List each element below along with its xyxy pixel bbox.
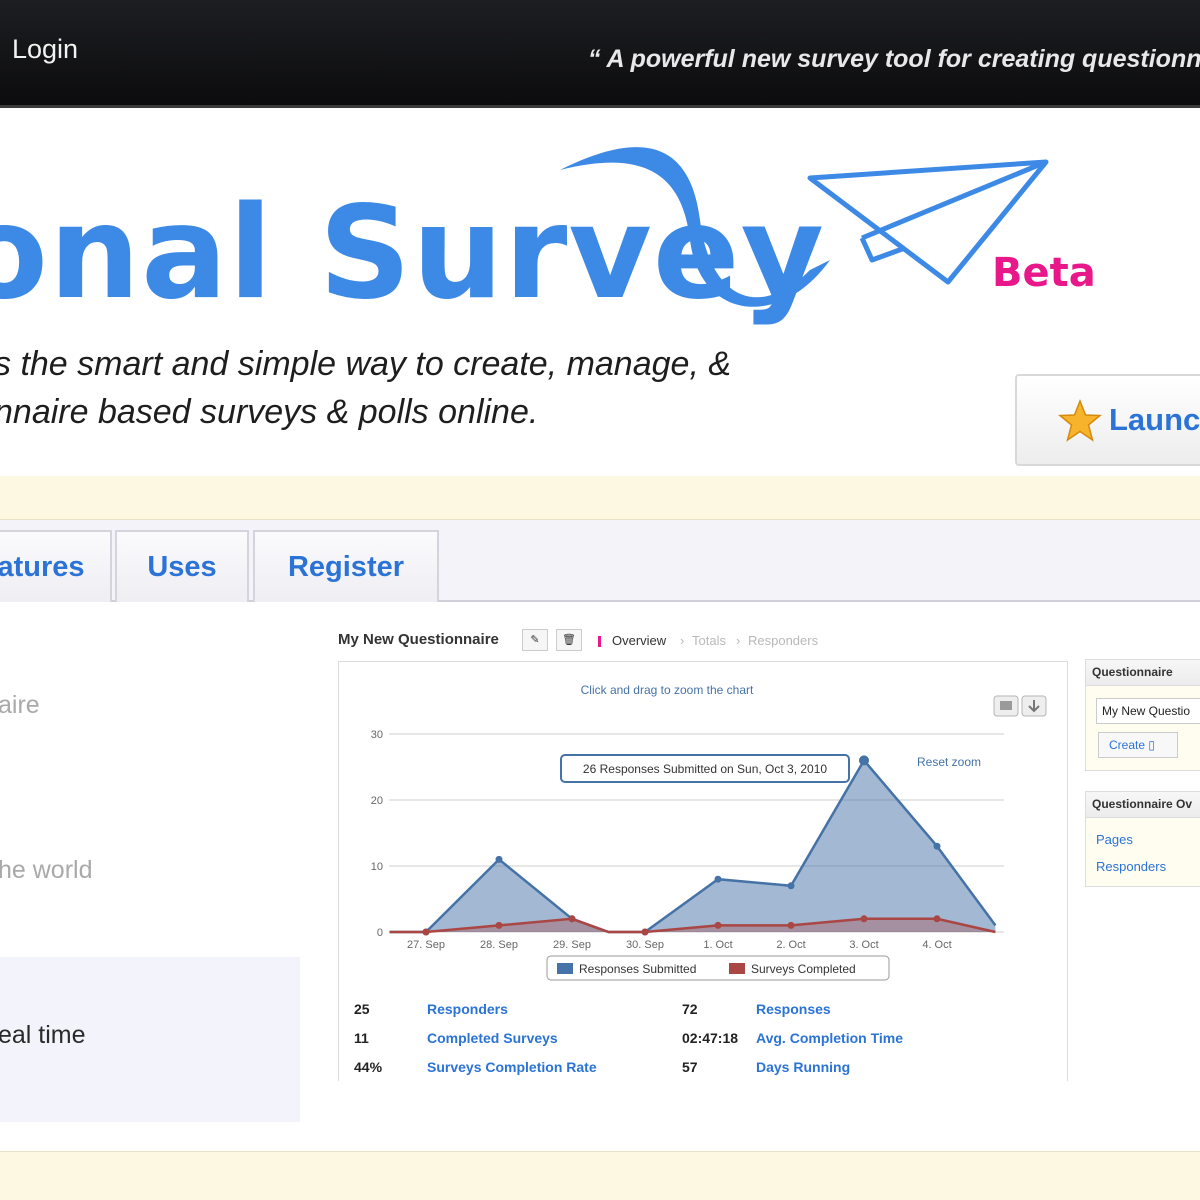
- launch-label: Launch: [1109, 402, 1200, 437]
- description: s the smart and simple way to create, ma…: [0, 340, 731, 436]
- data-point: [859, 755, 869, 766]
- y-tick-label: 30: [371, 729, 383, 741]
- download-icon[interactable]: [1021, 695, 1047, 717]
- stat-value: 72: [682, 1001, 698, 1017]
- tagline: “ A powerful new survey tool for creatin…: [588, 45, 1200, 73]
- x-tick-label: 2. Oct: [776, 939, 805, 951]
- breadcrumb-marker: [598, 636, 601, 647]
- edit-icon[interactable]: ✎: [522, 629, 548, 651]
- stats-table: 25 Responders 72 Responses 11 Completed …: [354, 999, 1054, 1099]
- stat-label[interactable]: Avg. Completion Time: [756, 1030, 903, 1046]
- breadcrumb-overview[interactable]: Overview: [612, 633, 666, 648]
- questionnaire-panel: Questionnaire My New Questio Create ▯: [1085, 659, 1200, 771]
- data-point: [860, 915, 868, 923]
- tab-bar: atures Uses Register: [0, 520, 1200, 602]
- data-point: [933, 915, 941, 923]
- x-tick-label: 28. Sep: [480, 939, 518, 951]
- chart-tooltip: 26 Responses Submitted on Sun, Oct 3, 20…: [560, 754, 850, 783]
- stat-value: 02:47:18: [682, 1030, 739, 1046]
- data-point: [787, 882, 795, 890]
- stat-value: 25: [354, 1001, 370, 1017]
- stat-label[interactable]: Surveys Completion Rate: [427, 1059, 597, 1075]
- panel-title: Questionnaire Ov: [1086, 792, 1200, 818]
- stat-value: 11: [354, 1030, 369, 1046]
- feature-item-questionnaire[interactable]: aire: [0, 691, 40, 720]
- stat-label[interactable]: Responders: [427, 1001, 508, 1017]
- star-icon: [1057, 398, 1103, 442]
- overview-panel: Questionnaire Ov Pages Responders: [1085, 791, 1200, 887]
- beta-badge: Beta: [992, 250, 1096, 296]
- create-label: Create: [1109, 738, 1146, 752]
- login-link[interactable]: Login: [12, 34, 78, 65]
- data-point: [495, 855, 503, 863]
- stat-value: 44%: [354, 1059, 383, 1075]
- header: onal Survey Beta s the smart and simple …: [0, 110, 1200, 476]
- footer-band: [0, 1151, 1200, 1200]
- content-area: aire he world eal time My New Questionna…: [0, 603, 1200, 1151]
- tab-register[interactable]: Register: [253, 530, 439, 602]
- legend-label-responses[interactable]: Responses Submitted: [579, 962, 696, 976]
- x-tick-label: 3. Oct: [849, 939, 878, 951]
- stat-label[interactable]: Completed Surveys: [427, 1030, 558, 1046]
- breadcrumb-separator: ›: [680, 633, 685, 648]
- tab-features[interactable]: atures: [0, 530, 112, 602]
- legend-label-completed[interactable]: Surveys Completed: [751, 962, 856, 976]
- y-tick-label: 0: [377, 927, 383, 939]
- notice-band: [0, 476, 1200, 520]
- data-point: [787, 921, 795, 929]
- print-icon[interactable]: [993, 695, 1019, 717]
- chart-legend: Responses Submitted Surveys Completed: [546, 955, 890, 981]
- description-line-2: nnaire based surveys & polls online.: [0, 393, 539, 431]
- data-point: [495, 921, 503, 929]
- data-point: [933, 842, 941, 850]
- feature-item-realtime[interactable]: eal time: [0, 1021, 86, 1050]
- data-point: [641, 928, 649, 936]
- chart-title: Click and drag to zoom the chart: [581, 683, 754, 697]
- x-tick-label: 29. Sep: [553, 939, 591, 951]
- stat-label[interactable]: Days Running: [756, 1059, 850, 1075]
- series-area: [389, 760, 996, 932]
- x-tick-label: 30. Sep: [626, 939, 664, 951]
- panel-title: Questionnaire: [1086, 660, 1200, 686]
- top-bar: Login “ A powerful new survey tool for c…: [0, 0, 1200, 108]
- data-point: [422, 928, 430, 936]
- x-tick-label: 27. Sep: [407, 939, 445, 951]
- legend-swatch-responses: [557, 963, 573, 974]
- create-button[interactable]: Create ▯: [1098, 732, 1178, 758]
- delete-icon[interactable]: 🗑: [556, 629, 582, 651]
- tooltip-text: 26 Responses Submitted on Sun, Oct 3, 20…: [583, 762, 827, 776]
- x-tick-label: 1. Oct: [703, 939, 732, 951]
- stat-label[interactable]: Responses: [756, 1001, 831, 1017]
- document-icon: ▯: [1148, 738, 1155, 752]
- launch-button[interactable]: Launch: [1015, 374, 1200, 466]
- x-tick-label: 4. Oct: [922, 939, 951, 951]
- feature-item-world[interactable]: he world: [0, 856, 93, 885]
- legend-swatch-completed: [729, 963, 745, 974]
- y-tick-label: 20: [371, 795, 383, 807]
- y-tick-label: 10: [371, 861, 383, 873]
- logo-text: onal Survey: [0, 179, 825, 328]
- pages-link[interactable]: Pages: [1096, 832, 1133, 847]
- description-line-1: s the smart and simple way to create, ma…: [0, 345, 732, 383]
- stat-value: 57: [682, 1059, 698, 1075]
- tab-uses[interactable]: Uses: [115, 530, 249, 602]
- data-point: [714, 921, 722, 929]
- questionnaire-name-input[interactable]: My New Questio: [1096, 698, 1200, 724]
- breadcrumb-separator: ›: [736, 633, 741, 648]
- data-point: [568, 915, 576, 923]
- responders-link[interactable]: Responders: [1096, 859, 1166, 874]
- breadcrumb-totals[interactable]: Totals: [692, 633, 726, 648]
- breadcrumb-responders[interactable]: Responders: [748, 633, 818, 648]
- reset-zoom-link[interactable]: Reset zoom: [917, 755, 981, 769]
- data-point: [714, 875, 722, 883]
- questionnaire-title: My New Questionnaire: [338, 631, 499, 648]
